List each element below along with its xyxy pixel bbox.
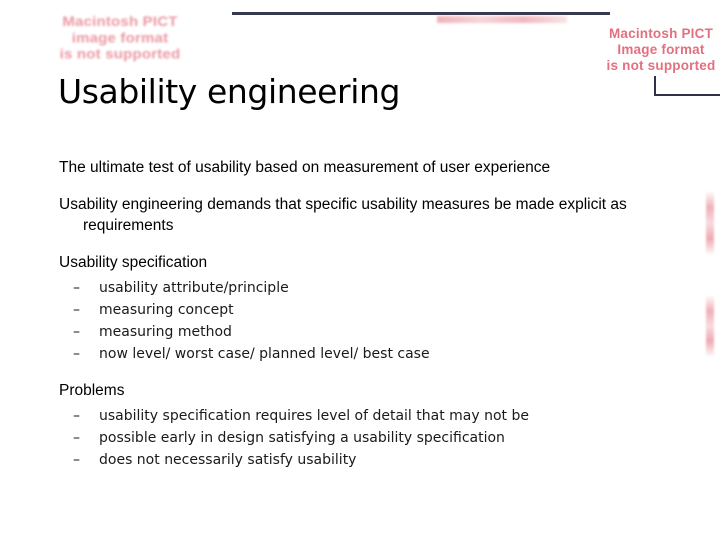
list-item-label: measuring method <box>99 324 232 341</box>
body-paragraph: Usability engineering demands that speci… <box>59 196 627 234</box>
pict-placeholder-left: Macintosh PICT image format is not suppo… <box>59 14 181 63</box>
page-title: Usability engineering <box>58 72 401 111</box>
dash-bullet-icon: – <box>73 429 80 446</box>
list-item: – usability specification requires level… <box>59 405 679 427</box>
list-item: – does not necessarily satisfy usability <box>59 449 679 471</box>
section-heading: Problems <box>59 382 125 400</box>
corner-bracket-decoration <box>654 76 720 96</box>
list-item-label: usability specification requires level o… <box>99 407 529 424</box>
dash-bullet-icon: – <box>73 407 80 424</box>
section-heading: Usability specification <box>59 254 208 272</box>
pict-placeholder-right: Macintosh PICT Image format is not suppo… <box>606 26 716 73</box>
list-item: – measuring concept <box>59 299 679 321</box>
dash-bullet-icon: – <box>73 279 80 296</box>
list-item-label: now level/ worst case/ planned level/ be… <box>99 346 430 363</box>
dash-bullet-icon: – <box>73 451 80 468</box>
list-item: – now level/ worst case/ planned level/ … <box>59 343 679 365</box>
pict-artifact-smear-right-lower <box>706 296 714 356</box>
list-item: – usability attribute/principle <box>59 277 679 299</box>
top-divider-rule <box>232 12 610 15</box>
pict-artifact-smear-top <box>437 16 567 23</box>
list-item-label: does not necessarily satisfy usability <box>99 451 357 468</box>
pict-artifact-smear-right-upper <box>706 192 714 254</box>
dash-bullet-icon: – <box>73 346 80 363</box>
list-item: – possible early in design satisfying a … <box>59 427 679 449</box>
list-item: – measuring method <box>59 321 679 343</box>
section-list: – usability attribute/principle – measur… <box>59 277 679 365</box>
body-paragraph: The ultimate test of usability based on … <box>59 159 551 176</box>
list-item-label: usability attribute/principle <box>99 279 289 296</box>
section-list: – usability specification requires level… <box>59 405 679 471</box>
list-item-label: possible early in design satisfying a us… <box>99 429 505 446</box>
dash-bullet-icon: – <box>73 324 80 341</box>
slide-body: The ultimate test of usability based on … <box>59 158 679 487</box>
list-item-label: measuring concept <box>99 301 234 318</box>
dash-bullet-icon: – <box>73 301 80 318</box>
slide-canvas: Macintosh PICT image format is not suppo… <box>0 0 720 540</box>
